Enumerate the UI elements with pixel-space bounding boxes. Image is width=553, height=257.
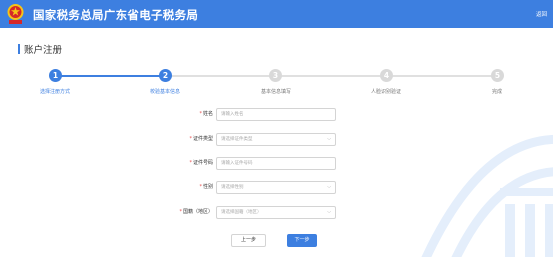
chevron-down-icon: ⌵ <box>327 136 331 142</box>
step-2-label: 校验基本信息 <box>149 89 181 95</box>
top-header-bar: 国家税务总局广东省电子税务局 返回 <box>0 0 553 28</box>
tax-bureau-emblem-logo <box>7 4 24 24</box>
return-link[interactable]: 返回 <box>536 10 547 18</box>
id-number-placeholder: 请输入证件号码 <box>221 161 253 166</box>
id-number-label-text: 证件号码 <box>192 160 213 166</box>
gender-row: *性别 请选择性别 ⌵ <box>0 181 553 194</box>
gender-placeholder: 请选择性别 <box>221 185 244 190</box>
id-type-row: *证件类型 请选择证件类型 ⌵ <box>0 133 553 146</box>
id-type-select[interactable]: 请选择证件类型 ⌵ <box>216 133 336 146</box>
nationality-label: *国籍（地区） <box>179 209 213 215</box>
gender-select[interactable]: 请选择性别 ⌵ <box>216 181 336 194</box>
step-2-circle: 2 <box>159 69 172 82</box>
previous-step-button[interactable]: 上一步 <box>231 234 266 247</box>
nationality-label-text: 国籍（地区） <box>182 209 213 215</box>
step-1-circle: 1 <box>49 69 62 82</box>
site-title: 国家税务总局广东省电子税务局 <box>33 8 199 22</box>
step-5-circle: 5 <box>491 69 504 82</box>
title-accent-bar <box>18 44 20 54</box>
name-row: *姓名 请输入姓名 <box>0 108 553 121</box>
step-1-label: 选择注册方式 <box>39 89 71 95</box>
step-5-label: 完成 <box>491 89 503 95</box>
gender-label: *性别 <box>199 184 213 190</box>
nationality-placeholder: 请选择国籍（地区） <box>221 210 262 215</box>
nationality-select[interactable]: 请选择国籍（地区） ⌵ <box>216 206 336 219</box>
step-4-circle: 4 <box>380 69 393 82</box>
step-3-circle: 3 <box>269 69 282 82</box>
id-number-row: *证件号码 请输入证件号码 <box>0 157 553 170</box>
step-4-label: 人脸识别验证 <box>370 89 402 95</box>
id-number-label: *证件号码 <box>189 160 213 166</box>
next-step-button[interactable]: 下一步 <box>287 234 317 247</box>
id-type-placeholder: 请选择证件类型 <box>221 137 253 142</box>
name-label-text: 姓名 <box>202 111 213 117</box>
name-input[interactable]: 请输入姓名 <box>216 108 336 121</box>
chevron-down-icon: ⌵ <box>327 209 331 215</box>
step-3-label: 基本信息填写 <box>260 89 292 95</box>
id-type-label-text: 证件类型 <box>192 136 213 142</box>
nationality-row: *国籍（地区） 请选择国籍（地区） ⌵ <box>0 206 553 219</box>
page-title: 账户注册 <box>24 45 63 56</box>
id-number-input[interactable]: 请输入证件号码 <box>216 157 336 170</box>
name-placeholder: 请输入姓名 <box>221 112 244 117</box>
chevron-down-icon: ⌵ <box>327 184 331 190</box>
stepper-progress <box>56 75 166 77</box>
name-label: *姓名 <box>199 111 213 117</box>
id-type-label: *证件类型 <box>189 136 213 142</box>
gender-label-text: 性别 <box>202 184 213 190</box>
